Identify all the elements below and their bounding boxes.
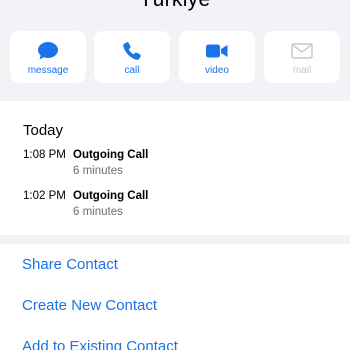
- call-duration: 6 minutes: [73, 165, 123, 177]
- call-label: call: [124, 65, 140, 76]
- call-time: 1:02 PM: [23, 190, 66, 202]
- call-type: Outgoing Call: [73, 149, 149, 161]
- call-type: Outgoing Call: [73, 190, 149, 202]
- call-log-row: 1:02 PM Outgoing Call 6 minutes: [23, 190, 323, 224]
- recents-date-header: Today: [23, 122, 64, 139]
- video-button[interactable]: video: [179, 31, 255, 83]
- call-duration: 6 minutes: [73, 206, 123, 218]
- contact-links-card: Share Contact Create New Contact Add to …: [0, 244, 350, 350]
- video-camera-icon: [179, 40, 255, 62]
- call-button[interactable]: call: [94, 31, 170, 83]
- video-label: video: [205, 65, 229, 76]
- message-label: message: [27, 65, 69, 76]
- contact-detail-screen: Türkiye message call: [0, 0, 350, 350]
- message-bubble-icon: [10, 40, 86, 62]
- quick-actions: message call video mail: [10, 31, 340, 83]
- recent-calls-card: Today 1:08 PM Outgoing Call 6 minutes 1:…: [0, 101, 350, 235]
- create-new-contact-link[interactable]: Create New Contact: [22, 297, 157, 314]
- mail-button[interactable]: mail: [264, 31, 340, 83]
- envelope-icon: [264, 40, 340, 62]
- share-contact-link[interactable]: Share Contact: [22, 256, 118, 273]
- add-to-existing-contact-link[interactable]: Add to Existing Contact: [22, 338, 178, 350]
- call-log-row: 1:08 PM Outgoing Call 6 minutes: [23, 149, 323, 183]
- call-time: 1:08 PM: [23, 149, 66, 161]
- message-button[interactable]: message: [10, 31, 86, 83]
- contact-name: Türkiye: [0, 0, 350, 12]
- phone-icon: [94, 40, 170, 62]
- mail-label: mail: [292, 65, 312, 76]
